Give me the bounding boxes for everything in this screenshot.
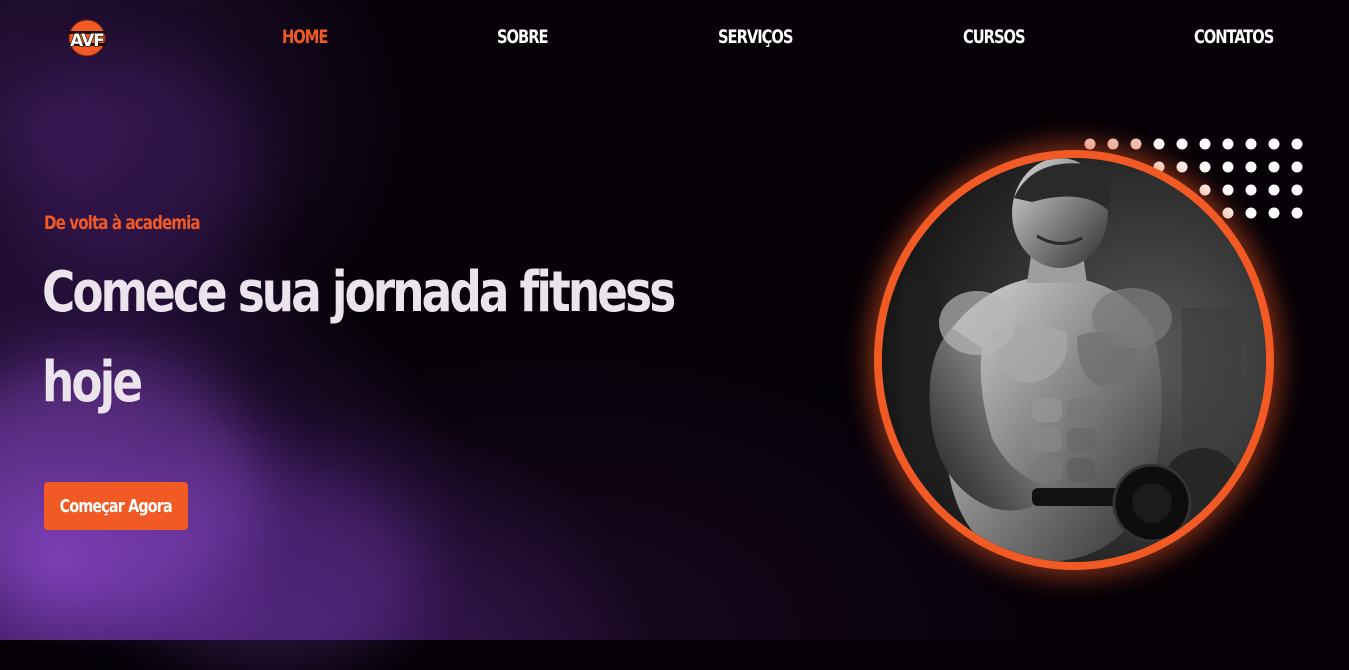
logo-icon[interactable]: AVF	[66, 18, 108, 58]
decorative-dot	[1245, 184, 1257, 196]
decorative-dot	[1084, 138, 1096, 150]
decorative-dot	[1268, 161, 1280, 173]
hero-title-line-1: Comece sua jornada fitness	[42, 260, 676, 325]
decorative-dot	[1291, 184, 1303, 196]
purple-smoke	[20, 60, 260, 280]
decorative-dot	[1268, 207, 1280, 219]
nav-servicos-link[interactable]: SERVIÇOS	[718, 26, 793, 48]
decorative-dot	[1245, 138, 1257, 150]
nav-cursos-link[interactable]: CURSOS	[963, 26, 1026, 48]
decorative-dot	[1176, 161, 1188, 173]
decorative-dot	[1222, 184, 1234, 196]
decorative-dot	[1107, 138, 1119, 150]
decorative-dot	[1291, 161, 1303, 173]
start-now-label: Começar Agora	[59, 495, 173, 517]
hero-title-line-2: hoje	[42, 350, 143, 415]
decorative-dot	[1199, 161, 1211, 173]
bodybuilder-photo	[882, 158, 1266, 562]
top-navigation: AVF HOME SOBRE SERVIÇOS CURSOS CONTATOS	[0, 0, 1349, 82]
decorative-dot	[1222, 161, 1234, 173]
logo-text: AVF	[70, 31, 104, 51]
decorative-dot	[1245, 207, 1257, 219]
hero-subtitle: De volta à academia	[44, 212, 201, 234]
nav-contatos-link[interactable]: CONTATOS	[1194, 26, 1274, 48]
hero-image-frame	[874, 150, 1274, 570]
decorative-dot	[1291, 138, 1303, 150]
decorative-dot	[1176, 138, 1188, 150]
decorative-dot	[1199, 184, 1211, 196]
decorative-dot	[1291, 207, 1303, 219]
decorative-dot	[1268, 184, 1280, 196]
start-now-button[interactable]: Começar Agora	[44, 482, 188, 530]
nav-sobre-link[interactable]: SOBRE	[497, 26, 549, 48]
decorative-dot	[1153, 138, 1165, 150]
decorative-dot	[1222, 138, 1234, 150]
decorative-dot	[1130, 138, 1142, 150]
decorative-dot	[1268, 138, 1280, 150]
decorative-dot	[1199, 138, 1211, 150]
decorative-dot	[1222, 207, 1234, 219]
decorative-dot	[1245, 161, 1257, 173]
nav-home-link[interactable]: HOME	[282, 26, 328, 48]
hero-title: Comece sua jornada fitness hoje	[42, 248, 726, 428]
